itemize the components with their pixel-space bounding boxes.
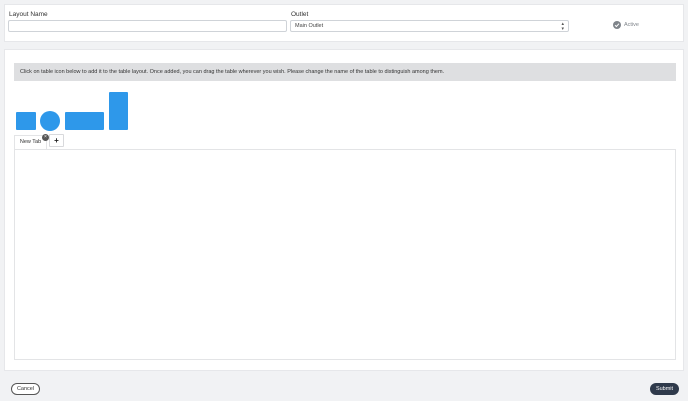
- outlet-selected-value: Main Outlet: [295, 23, 324, 29]
- outlet-select[interactable]: Main Outlet ▴ ▾: [290, 20, 569, 32]
- layout-name-label: Layout Name: [9, 11, 48, 18]
- cancel-button[interactable]: Cancel: [11, 383, 40, 395]
- square-table-icon[interactable]: [16, 112, 36, 130]
- layout-canvas[interactable]: [14, 149, 676, 360]
- round-table-icon[interactable]: [40, 111, 60, 131]
- instructions-banner: Click on table icon below to add it to t…: [14, 63, 676, 81]
- outlet-label: Outlet: [291, 11, 309, 18]
- long-rectangle-table-icon[interactable]: [65, 112, 104, 130]
- close-tab-icon[interactable]: ×: [42, 134, 49, 141]
- active-label: Active: [624, 22, 639, 28]
- up-down-arrows-icon: ▴ ▾: [561, 21, 564, 32]
- layout-name-input[interactable]: [8, 20, 287, 32]
- tab-label: New Tab: [19, 139, 42, 145]
- check-circle-icon: [613, 21, 621, 29]
- tall-rectangle-table-icon[interactable]: [109, 92, 128, 130]
- submit-button[interactable]: Submit: [650, 383, 679, 395]
- add-tab-button[interactable]: +: [49, 134, 64, 147]
